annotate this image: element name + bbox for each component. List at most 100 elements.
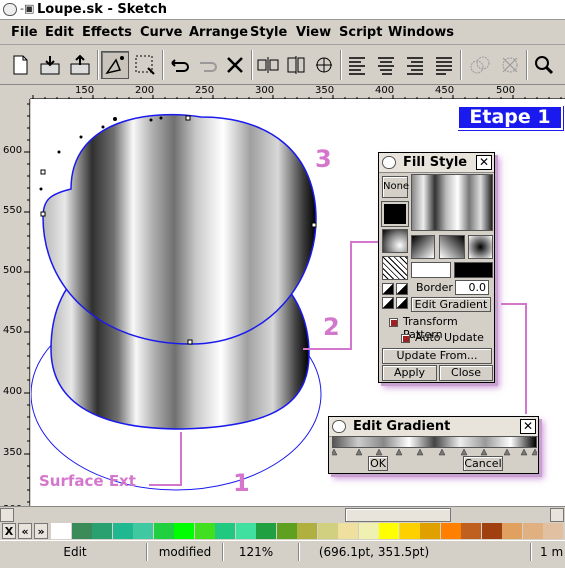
no-color-button[interactable]: X: [2, 523, 16, 539]
color-swatch[interactable]: [338, 523, 358, 539]
fill-style-dialog: Fill Style ✕ None Border 0.0 Edit Gradie…: [378, 152, 495, 383]
select-tool-icon[interactable]: [131, 51, 159, 79]
border-input[interactable]: 0.0: [455, 280, 489, 295]
save-icon[interactable]: [66, 51, 94, 79]
menu-style[interactable]: Style: [250, 25, 287, 40]
menu-curve[interactable]: Curve: [140, 25, 183, 40]
gradient-end-swatch[interactable]: [454, 262, 493, 278]
edit-gradient-titlebar[interactable]: Edit Gradient ✕: [329, 417, 538, 437]
color-swatch[interactable]: [522, 523, 543, 539]
zoom-icon[interactable]: [530, 51, 558, 79]
menu-file[interactable]: File: [11, 25, 38, 40]
ok-button[interactable]: OK: [368, 456, 388, 471]
fill-style-titlebar[interactable]: Fill Style ✕: [379, 153, 494, 173]
solid-fill-button[interactable]: [381, 201, 409, 227]
transform-pattern-checkbox[interactable]: [389, 318, 398, 327]
apply-button[interactable]: Apply: [382, 365, 437, 381]
new-icon[interactable]: [6, 51, 34, 79]
open-icon[interactable]: [36, 51, 64, 79]
color-swatch[interactable]: [153, 523, 174, 539]
annotation-one: 1: [233, 469, 250, 497]
gradient-strip[interactable]: [332, 436, 537, 448]
gradient-start-swatch[interactable]: [411, 262, 451, 278]
menu-effects[interactable]: Effects: [82, 25, 132, 40]
horizontal-scrollbar[interactable]: [0, 506, 565, 522]
align-right-icon[interactable]: [401, 51, 429, 79]
color-swatch[interactable]: [133, 523, 153, 539]
color-swatch[interactable]: [51, 523, 71, 539]
menu-windows[interactable]: Windows: [388, 25, 454, 40]
edit-gradient-button[interactable]: Edit Gradient: [411, 297, 491, 312]
scroll-right-button[interactable]: [550, 508, 564, 522]
dialog-menu-icon[interactable]: [382, 156, 396, 169]
menu-view[interactable]: View: [296, 25, 331, 40]
color-palette: X « »: [0, 522, 565, 540]
color-swatch[interactable]: [256, 523, 276, 539]
cancel-blend-icon[interactable]: [496, 51, 524, 79]
edit-tool-icon[interactable]: [101, 51, 129, 79]
edit-gradient-close-icon[interactable]: ✕: [520, 419, 536, 434]
radial-gradient-button[interactable]: [468, 235, 493, 259]
close-button[interactable]: Close: [439, 365, 493, 381]
scroll-left-button[interactable]: [0, 508, 14, 522]
ungroup-icon[interactable]: [193, 51, 221, 79]
color-swatch[interactable]: [215, 523, 235, 539]
menu-edit[interactable]: Edit: [45, 25, 74, 40]
diag2-gradient-button[interactable]: [396, 297, 408, 309]
drawing-canvas[interactable]: Etape 1 3 2 1 Surface Ext Fill Style ✕ N…: [31, 99, 565, 506]
color-swatch[interactable]: [317, 523, 338, 539]
scroll-thumb[interactable]: [345, 508, 451, 522]
color-swatch[interactable]: [235, 523, 256, 539]
color-swatch[interactable]: [543, 523, 563, 539]
status-coordinates: (696.1pt, 351.5pt): [318, 545, 430, 559]
align-left-icon[interactable]: [343, 51, 371, 79]
vruler-label: 400: [3, 386, 23, 397]
cancel-button[interactable]: Cancel: [463, 456, 503, 471]
blend-icon[interactable]: [466, 51, 494, 79]
hruler-label: 400: [375, 85, 395, 96]
palette-scroll-right-button[interactable]: »: [34, 523, 48, 539]
color-swatch[interactable]: [481, 523, 502, 539]
color-swatch[interactable]: [71, 523, 92, 539]
color-swatch[interactable]: [297, 523, 317, 539]
color-swatch[interactable]: [112, 523, 133, 539]
color-swatch[interactable]: [276, 523, 297, 539]
edit-gradient-title: Edit Gradient: [353, 419, 451, 434]
gradient-stop-markers[interactable]: [332, 448, 537, 456]
dialog-menu-icon[interactable]: [332, 420, 346, 433]
vertical-gradient-button[interactable]: [382, 283, 394, 295]
flip-h-icon[interactable]: [254, 51, 282, 79]
color-swatch[interactable]: [461, 523, 481, 539]
gradient-fill-button[interactable]: [382, 229, 408, 253]
palette-scroll-left-button[interactable]: «: [18, 523, 32, 539]
horizontal-gradient-button[interactable]: [396, 283, 408, 295]
window-menu-icon[interactable]: [3, 3, 17, 16]
linear-gradient-button[interactable]: [411, 235, 435, 259]
menu-script[interactable]: Script: [339, 25, 382, 40]
auto-update-checkbox[interactable]: [401, 334, 410, 343]
rotate-icon[interactable]: [310, 51, 338, 79]
flip-v-icon[interactable]: [282, 51, 310, 79]
menu-arrange[interactable]: Arrange: [189, 25, 248, 40]
horizontal-ruler: 150 200 250 300 350 400 450 500: [30, 85, 565, 99]
delete-icon[interactable]: [221, 51, 249, 79]
gradient-preview: [411, 174, 493, 231]
align-center-icon[interactable]: [372, 51, 400, 79]
align-justify-icon[interactable]: [430, 51, 458, 79]
color-swatch[interactable]: [92, 523, 112, 539]
color-swatch[interactable]: [358, 523, 379, 539]
color-swatch[interactable]: [174, 523, 194, 539]
color-swatch[interactable]: [502, 523, 522, 539]
color-swatch[interactable]: [194, 523, 215, 539]
conical-gradient-button[interactable]: [439, 235, 465, 259]
fill-none-button[interactable]: None: [382, 176, 409, 198]
color-swatch[interactable]: [420, 523, 440, 539]
group-icon[interactable]: [165, 51, 193, 79]
update-from-button[interactable]: Update From...: [382, 348, 492, 364]
pattern-fill-button[interactable]: [382, 256, 408, 280]
color-swatch[interactable]: [399, 523, 420, 539]
color-swatch[interactable]: [379, 523, 399, 539]
fill-style-close-icon[interactable]: ✕: [476, 155, 492, 170]
color-swatch[interactable]: [440, 523, 461, 539]
diag-gradient-button[interactable]: [382, 297, 394, 309]
